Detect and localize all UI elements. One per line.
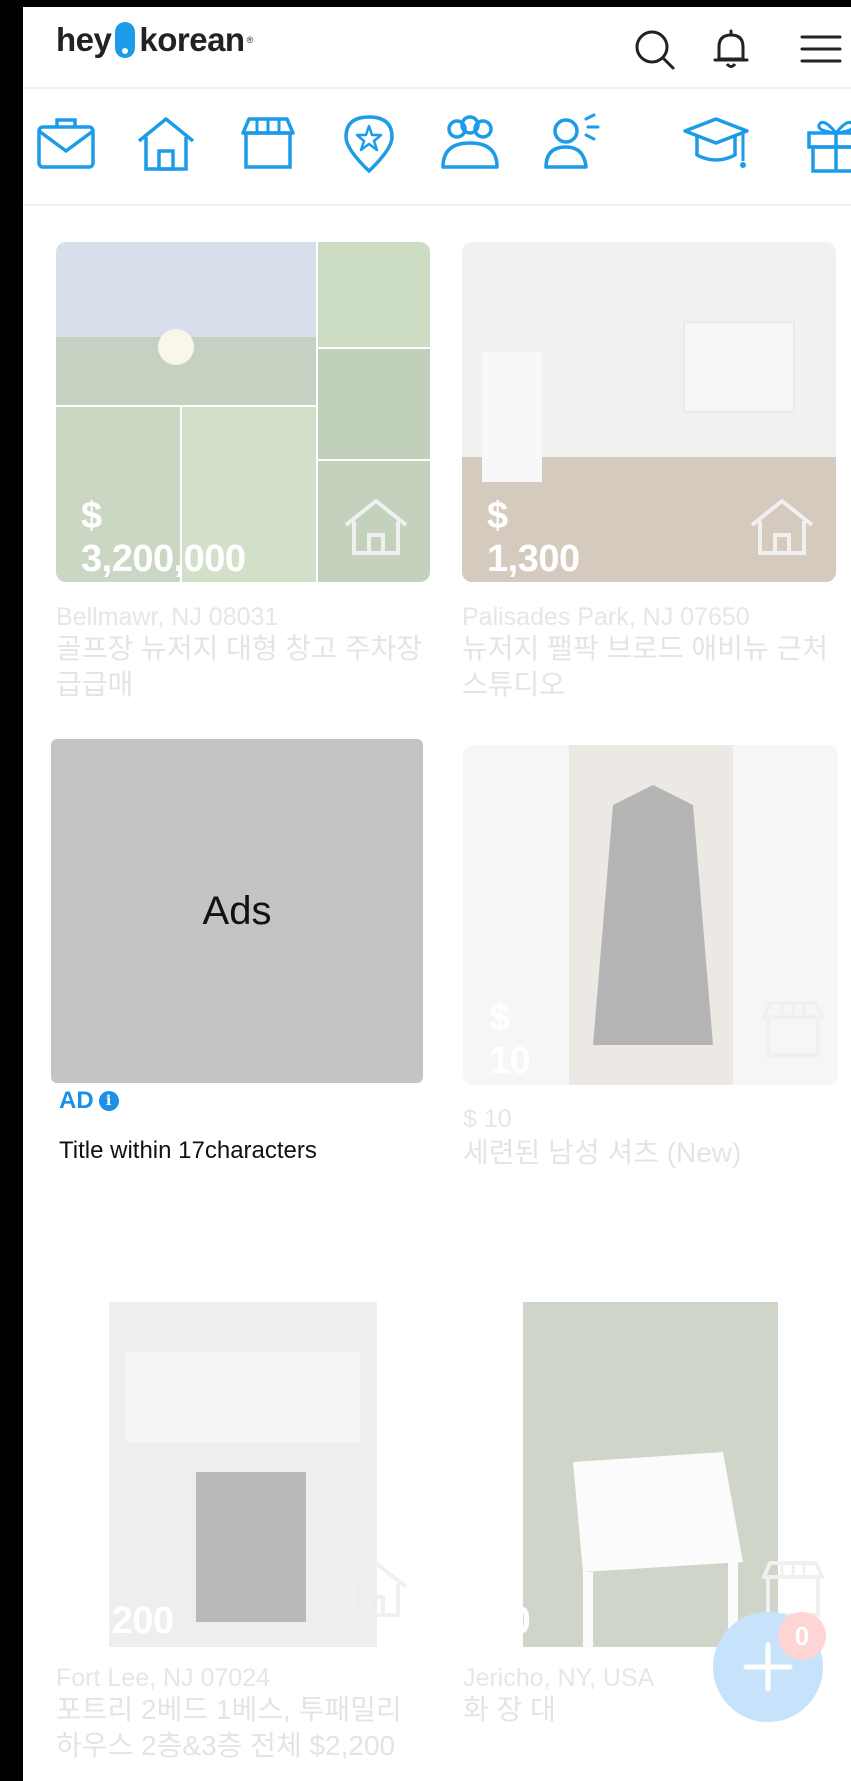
listing-price: $ 60 [489,1557,531,1642]
house-icon [344,499,408,555]
listing-title: 뉴저지 팰팍 브로드 애비뉴 근처 스튜디오 [462,633,828,700]
store-icon [762,1561,824,1617]
community-icon[interactable] [437,111,503,177]
house-icon [750,499,814,555]
notification-badge: 0 [778,1612,826,1660]
ad-title[interactable]: Title within 17characters [59,1137,317,1165]
store-icon [762,1001,824,1057]
education-icon[interactable] [683,111,749,177]
market-icon[interactable] [235,111,301,177]
search-icon[interactable] [633,27,677,71]
ad-tag[interactable]: AD i [59,1087,119,1115]
house-icon [344,1561,408,1617]
listing-location: Bellmawr, NJ 08031 [56,603,279,631]
local-icon[interactable] [336,111,402,177]
heykorean-logo[interactable]: hey korean ® [56,17,253,63]
bell-icon[interactable] [709,27,753,71]
listing-title: 포트리 2베드 1베스, 투패밀리 하우스 2층&3층 전체 $2,200 [56,1694,402,1761]
announce-icon[interactable] [540,111,606,177]
realestate-icon[interactable] [133,111,199,177]
jobs-icon[interactable] [33,111,99,177]
listing-location: Fort Lee, NJ 07024 [56,1664,271,1692]
listing-title: 세련된 남성 셔츠 (New) [463,1137,742,1168]
listing-location: Palisades Park, NJ 07650 [462,603,750,631]
gift-icon[interactable] [803,111,851,177]
listing-location: $ 10 [463,1105,512,1133]
listing-price: $ 2,200 [81,1557,174,1642]
info-icon[interactable]: i [98,1091,119,1111]
ad-banner[interactable]: Ads [51,739,423,1083]
listing-location: Jericho, NY, USA [463,1664,655,1692]
app-page: hey korean ® $ 3,200,000 Bellmawr, NJ 08… [23,7,851,1781]
menu-icon[interactable] [798,27,842,71]
listing-title: 골프장 뉴저지 대형 창고 주차장 급급매 [56,633,422,700]
logo-drop-icon [115,22,136,58]
listing-price: $ 1,300 [487,495,580,580]
top-header: hey korean ® [23,7,851,89]
category-bar [23,89,851,206]
listing-price: $ 3,200,000 [81,495,246,580]
listing-price: $ 10 [489,997,531,1082]
ad-label: Ads [202,888,272,933]
